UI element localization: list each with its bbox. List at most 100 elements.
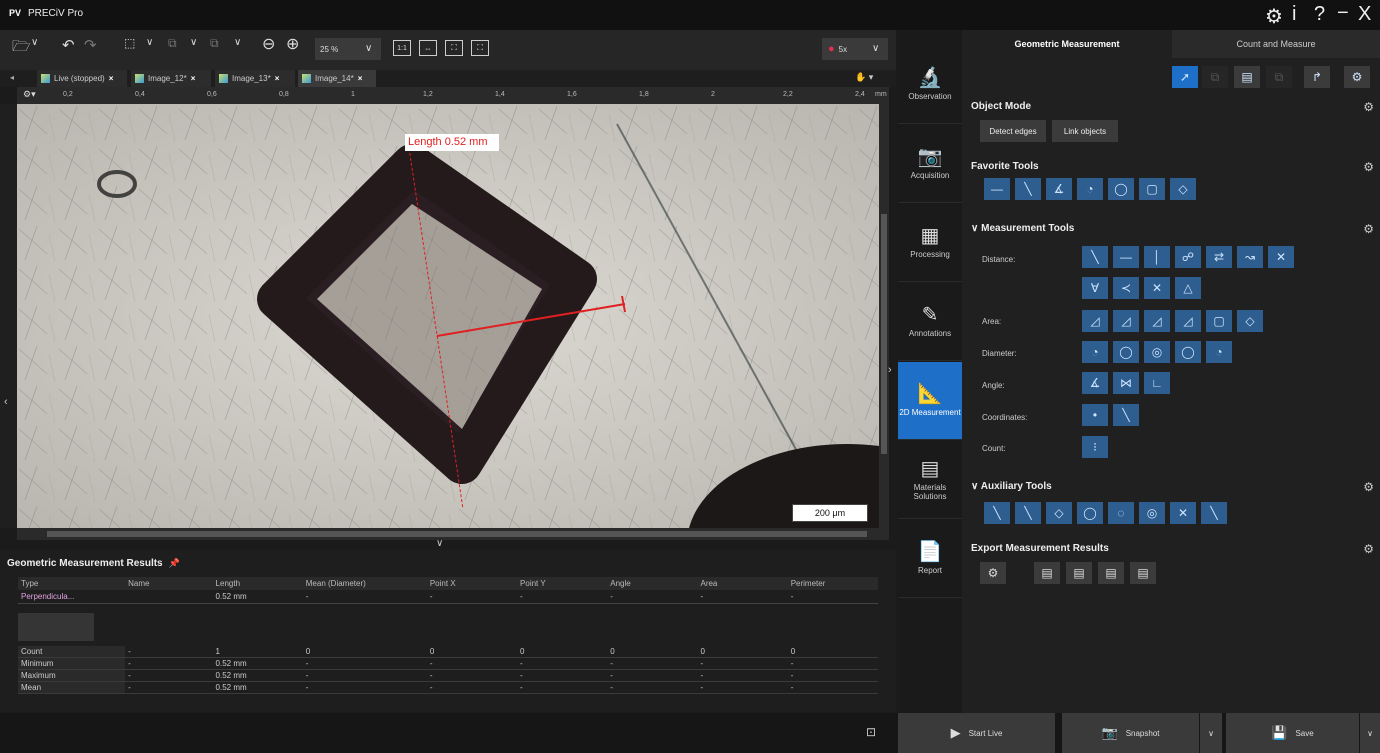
auxiliary-tool-2-icon[interactable]: ╲ [1015,502,1041,524]
gear-icon[interactable]: ⚙ [1363,480,1374,494]
close-button[interactable]: X [1358,3,1371,26]
export-settings-icon[interactable]: ⚙ [980,562,1006,584]
close-icon[interactable]: × [109,74,114,83]
area-tool-2-icon[interactable]: ◿ [1113,310,1139,332]
distance-tool-2-icon[interactable]: — [1113,246,1139,268]
area-tool-3-icon[interactable]: ◿ [1144,310,1170,332]
count-tool-1-icon[interactable]: ⁝ [1082,436,1108,458]
hand-tool-icon[interactable]: ✋ ▾ [855,72,873,83]
chevron-down-icon[interactable]: ∨ [31,37,38,48]
collapse-left-icon[interactable]: ‹ [4,396,8,408]
tab-geometric-measurement[interactable]: Geometric Measurement [962,30,1172,58]
distance2-tool-3-icon[interactable]: ✕ [1144,277,1170,299]
zoom-select[interactable]: 25 % ∨ [315,38,381,60]
column-header[interactable]: Point Y [517,577,607,590]
distance2-tool-4-icon[interactable]: △ [1175,277,1201,299]
zoom-out-icon[interactable]: ⊖ [262,34,275,54]
angle-tool-3-icon[interactable]: ∟ [1144,372,1170,394]
open-folder-icon[interactable]: 🗁 [12,36,31,61]
export-report-icon[interactable]: ▤ [1130,562,1156,584]
ruler-settings-icon[interactable]: ⚙▾ [23,89,36,100]
close-icon[interactable]: × [275,74,280,83]
nav-item-report[interactable]: 📄 Report [898,520,962,598]
table-row[interactable]: Perpendicula... 0.52 mm - - - - - - [18,590,878,604]
gear-icon[interactable]: ⚙ [1363,100,1374,114]
tab-scroll-left-icon[interactable]: ◂ [10,73,14,82]
area-tool-1-icon[interactable]: ◿ [1082,310,1108,332]
info-icon[interactable]: i [1292,3,1296,26]
gear-icon[interactable]: ⚙ [1363,542,1374,556]
distance-tool-7-icon[interactable]: ✕ [1268,246,1294,268]
nav-item-acquisition[interactable]: 📷 Acquisition [898,125,962,203]
tab-live[interactable]: Live (stopped) × [37,70,127,87]
distance2-tool-2-icon[interactable]: ≺ [1113,277,1139,299]
area-tool-6-icon[interactable]: ◇ [1237,310,1263,332]
link-objects-button[interactable]: Link objects [1052,120,1118,142]
horizontal-scrollbar[interactable] [17,528,889,540]
fit-image-icon[interactable]: ⛶ [445,40,463,56]
column-header[interactable]: Area [697,577,787,590]
delete-object-icon[interactable]: ⧉ [1266,66,1292,88]
favorite-tool-3-icon[interactable]: ∡ [1046,178,1072,200]
fit-width-icon[interactable]: ⇔ [419,40,437,56]
copy-object-icon[interactable]: ⧉ [1202,66,1228,88]
snapshot-options-button[interactable]: ∨ [1200,713,1222,753]
column-header[interactable]: Name [125,577,212,590]
vertical-scrollbar[interactable] [879,104,889,528]
close-icon[interactable]: × [191,74,196,83]
zoom-1-1-button[interactable]: 1:1 [393,40,411,56]
gear-icon[interactable]: ⚙ [1363,222,1374,236]
favorite-tool-1-icon[interactable]: — [984,178,1010,200]
favorite-tool-5-icon[interactable]: ◯ [1108,178,1134,200]
paste-icon[interactable]: ⧉ [210,36,219,51]
fullscreen-icon[interactable]: ⛶ [471,40,489,56]
objective-select[interactable]: ● 5x ∨ [822,38,888,60]
favorite-tool-7-icon[interactable]: ◇ [1170,178,1196,200]
tab-image-12[interactable]: Image_12* × [131,70,211,87]
distance-tool-1-icon[interactable]: ╲ [1082,246,1108,268]
minimize-button[interactable]: − [1337,2,1349,25]
save-options-button[interactable]: ∨ [1360,713,1380,753]
auxiliary-tool-8-icon[interactable]: ╲ [1201,502,1227,524]
measurement-tools-title[interactable]: ∨ Measurement Tools [971,223,1074,234]
select-tool-icon[interactable]: ➚ [1172,66,1198,88]
select-region-icon[interactable]: ⬚ [124,36,135,50]
scroll-thumb[interactable] [47,531,867,537]
angle-tool-1-icon[interactable]: ∡ [1082,372,1108,394]
auxiliary-tool-3-icon[interactable]: ◇ [1046,502,1072,524]
column-header[interactable]: Length [213,577,303,590]
close-icon[interactable]: × [358,74,363,83]
snapshot-button[interactable]: 📷 Snapshot [1062,713,1199,753]
distance-tool-5-icon[interactable]: ⇄ [1206,246,1232,268]
copy-icon[interactable]: ⧉ [168,36,177,51]
gear-icon[interactable]: ⚙ [1363,160,1374,174]
tab-image-13[interactable]: Image_13* × [215,70,295,87]
angle-tool-2-icon[interactable]: ⋈ [1113,372,1139,394]
auxiliary-tool-1-icon[interactable]: ╲ [984,502,1010,524]
nav-item-2d-measurement[interactable]: 📐 2D Measurement [898,362,962,440]
diameter-tool-1-icon[interactable]: ◔ [1082,341,1108,363]
column-header[interactable]: Angle [607,577,697,590]
undo-icon[interactable]: ↶ [62,36,75,54]
favorite-tool-6-icon[interactable]: ▢ [1139,178,1165,200]
measure-settings-icon[interactable]: ⚙ [1344,66,1370,88]
favorite-tool-4-icon[interactable]: ◔ [1077,178,1103,200]
expand-panel-icon[interactable]: › [888,364,892,376]
coordinates-tool-2-icon[interactable]: ╲ [1113,404,1139,426]
export-excel-icon[interactable]: ▤ [1034,562,1060,584]
info-panel-icon[interactable]: ⊡ [866,725,876,739]
help-icon[interactable]: ? [1314,3,1325,26]
nav-item-processing[interactable]: ▦ Processing [898,204,962,282]
tab-count-and-measure[interactable]: Count and Measure [1172,30,1380,58]
favorite-tool-2-icon[interactable]: ╲ [1015,178,1041,200]
settings-gear-icon[interactable]: ⚙ [1265,4,1283,29]
auxiliary-tools-title[interactable]: ∨ Auxiliary Tools [971,481,1052,492]
scroll-thumb[interactable] [881,214,887,454]
column-header[interactable]: Point X [427,577,517,590]
column-header[interactable]: Perimeter [788,577,878,590]
zoom-in-icon[interactable]: ⊕ [286,34,299,54]
diameter-tool-4-icon[interactable]: ◯ [1175,341,1201,363]
diameter-tool-5-icon[interactable]: ◔ [1206,341,1232,363]
distance-tool-3-icon[interactable]: │ [1144,246,1170,268]
detect-edges-button[interactable]: Detect edges [980,120,1046,142]
